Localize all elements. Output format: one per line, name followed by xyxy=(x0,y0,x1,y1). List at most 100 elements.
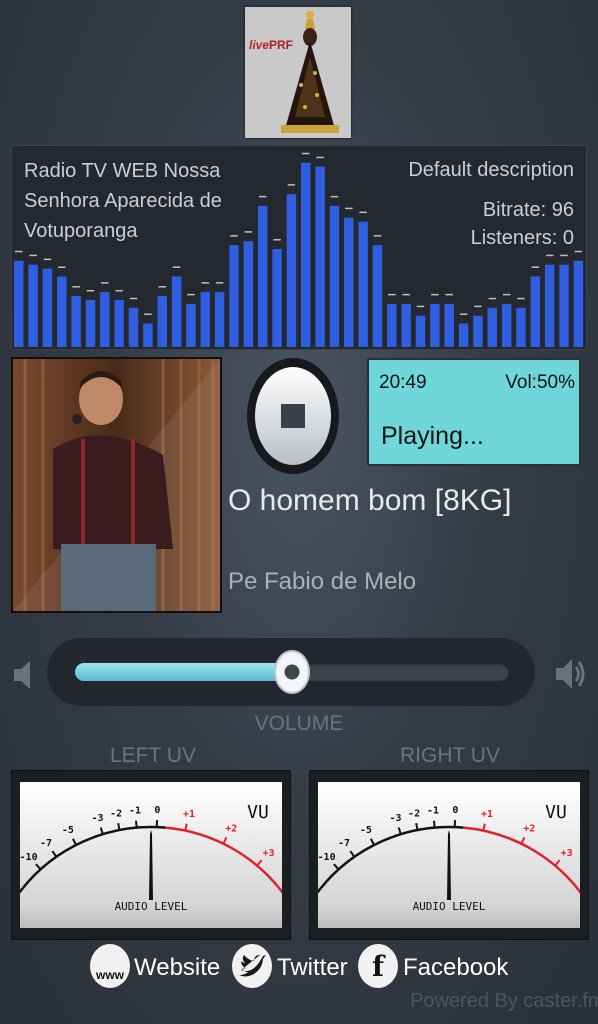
spectrum-bar xyxy=(143,323,153,347)
song-title: O homem bom [8KG] xyxy=(228,484,512,517)
spectrum-bar xyxy=(171,276,182,347)
spectrum-bar xyxy=(157,296,167,347)
meter-tick xyxy=(99,827,104,835)
spectrum-peak xyxy=(101,282,109,284)
spectrum-bar xyxy=(286,194,297,347)
spectrum-bar xyxy=(28,264,38,347)
meter-scale-label: +3 xyxy=(561,848,573,859)
spectrum-peak xyxy=(115,289,123,292)
volume-slider-handle[interactable] xyxy=(274,650,310,694)
meter-scale-label: 0 xyxy=(154,805,160,816)
meter-tick xyxy=(51,850,58,858)
spectrum-peak xyxy=(502,293,511,296)
spectrum-peak xyxy=(416,305,425,308)
spectrum-peak xyxy=(316,156,324,159)
time-display: 20:49 xyxy=(379,372,427,393)
spectrum-peak xyxy=(201,282,210,284)
spectrum-peak xyxy=(330,195,339,198)
spectrum-peak xyxy=(345,207,353,210)
speaker-low-icon[interactable] xyxy=(12,658,36,692)
bitrate-text: Bitrate: 96 xyxy=(482,199,574,221)
spectrum-bar xyxy=(401,303,411,347)
spectrum-bar xyxy=(530,276,541,347)
spectrum-bar xyxy=(559,264,569,347)
spectrum-peak xyxy=(43,258,52,261)
stop-button[interactable] xyxy=(247,358,339,474)
station-name-line: Votuporanga xyxy=(24,220,138,242)
spectrum-bar xyxy=(473,315,483,347)
www-icon: www xyxy=(90,944,130,988)
meter-tick xyxy=(554,859,561,867)
meter-scale-label: -3 xyxy=(389,813,401,824)
spectrum-peak xyxy=(273,239,281,241)
facebook-link-label: Facebook xyxy=(403,954,509,981)
spectrum-bar xyxy=(329,205,340,347)
spectrum-bar xyxy=(42,268,53,347)
spectrum-peak xyxy=(459,313,468,315)
spectrum-peak xyxy=(144,313,152,315)
spectrum-bar xyxy=(387,303,397,347)
audio-level-caption: AUDIO LEVEL xyxy=(413,900,486,913)
website-link[interactable]: www Website xyxy=(90,944,220,992)
meter-scale-label: -10 xyxy=(20,852,38,863)
meter-tick xyxy=(415,822,419,831)
spectrum-bar xyxy=(100,292,110,347)
meter-tick xyxy=(35,863,42,871)
twitter-link[interactable]: Twitter xyxy=(232,944,348,992)
meter-arc xyxy=(463,826,582,894)
meter-scale-label: -1 xyxy=(427,806,439,817)
meter-tick xyxy=(222,836,228,845)
artist-name: Pe Fabio de Melo xyxy=(228,568,417,595)
meter-arc xyxy=(316,825,464,894)
meter-scale-label: -10 xyxy=(318,852,336,863)
spectrum-bar xyxy=(128,307,139,347)
meter-scale-label: +2 xyxy=(523,824,535,835)
spectrum-peak xyxy=(158,286,166,288)
audio-level-caption: AUDIO LEVEL xyxy=(115,900,188,913)
spectrum-bar xyxy=(415,315,426,347)
spectrum-bar xyxy=(257,205,268,347)
meter-tick xyxy=(72,838,77,846)
spectrum-peak xyxy=(359,211,367,214)
meter-scale-label: +2 xyxy=(225,824,237,835)
spectrum-peak xyxy=(302,152,310,155)
spectrum-bar xyxy=(372,245,383,347)
left-vu-dial: -20-10-7-5-3-2-10+1+2+3VUAUDIO LEVEL xyxy=(0,802,284,913)
spectrum-bar xyxy=(358,221,368,347)
spectrum-bar xyxy=(114,299,124,347)
meter-tick xyxy=(349,850,356,858)
meter-tick xyxy=(397,827,402,835)
right-uv-meter: -20-10-7-5-3-2-10+1+2+3VUAUDIO LEVEL xyxy=(294,770,589,940)
spectrum-peak xyxy=(574,250,583,253)
logo-text: livePRF xyxy=(249,38,294,52)
spectrum-bar xyxy=(315,166,325,347)
spectrum-peak xyxy=(258,195,267,198)
spectrum-bar xyxy=(501,303,512,347)
playback-state: Playing... xyxy=(381,422,484,450)
meter-needle xyxy=(149,830,153,900)
spectrum-bar xyxy=(487,307,498,347)
left-uv-label: LEFT UV xyxy=(110,744,196,767)
spectrum-bar xyxy=(85,299,96,347)
spectrum-bar xyxy=(186,303,196,347)
spectrum-bar xyxy=(573,260,584,347)
spectrum-peak xyxy=(402,293,410,296)
spectrum-peak xyxy=(431,293,439,296)
spectrum-bar xyxy=(229,245,239,347)
speaker-high-icon[interactable] xyxy=(554,654,586,694)
meter-scale-label: +1 xyxy=(183,809,195,820)
spectrum-peak xyxy=(215,282,224,284)
spectrum-peak xyxy=(172,266,181,268)
facebook-link[interactable]: f Facebook xyxy=(358,944,508,992)
facebook-icon: f xyxy=(358,944,398,988)
spectrum-bar xyxy=(344,217,354,347)
meter-tick xyxy=(520,836,526,845)
meter-tick xyxy=(482,823,486,831)
spectrum-peak xyxy=(29,254,37,257)
spectrum-peak xyxy=(560,254,568,257)
meter-arc xyxy=(165,826,284,894)
station-name-line: Radio TV WEB Nossa xyxy=(24,160,221,182)
meter-needle xyxy=(447,830,451,900)
meter-tick xyxy=(135,820,138,828)
spectrum-bar xyxy=(430,303,440,347)
